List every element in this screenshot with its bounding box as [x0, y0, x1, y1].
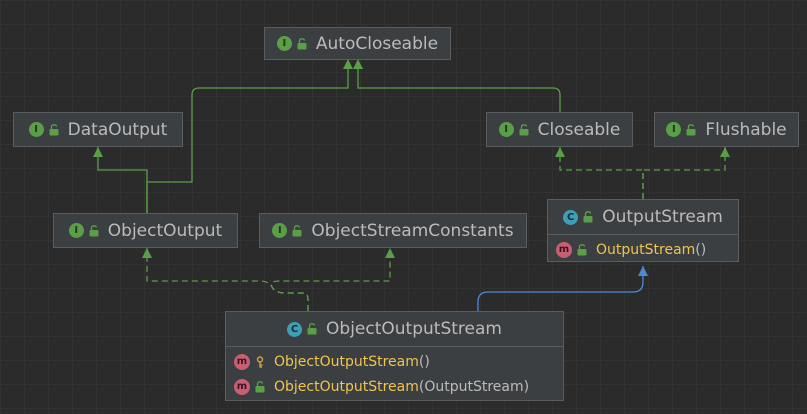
node-dataoutput[interactable]: I DataOutput: [13, 112, 183, 147]
public-lock-icon: [519, 123, 529, 135]
node-autocloseable[interactable]: I AutoCloseable: [264, 27, 451, 60]
edge-objectoutputstream-outputstream: [477, 266, 648, 311]
member-item[interactable]: m OutputStream(): [556, 237, 738, 262]
node-name: AutoCloseable: [315, 33, 439, 54]
node-objectoutputstream[interactable]: C ObjectOutputStream m ObjectOutputStrea…: [225, 311, 564, 401]
node-objectstreamconstants[interactable]: I ObjectStreamConstants: [259, 213, 527, 248]
interface-icon: I: [272, 223, 288, 238]
node-name: OutputStream: [602, 207, 723, 227]
method-icon: m: [234, 353, 250, 370]
edge-outputstream-closeable: [555, 147, 644, 199]
method-params: (): [695, 241, 707, 258]
edge-objectoutputstream-objectstreamconstants: [270, 248, 395, 311]
public-lock-icon: [292, 224, 302, 236]
method-params: (): [418, 353, 430, 370]
interface-icon: I: [276, 36, 292, 51]
node-name: ObjectOutput: [107, 220, 223, 241]
method-name: ObjectOutputStream: [274, 353, 419, 370]
node-name: Flushable: [705, 119, 787, 140]
method-icon: m: [234, 378, 250, 395]
edge-objectoutput-dataoutput: [93, 147, 148, 213]
method-params: (OutputStream): [418, 378, 530, 395]
interface-icon: I: [666, 122, 682, 137]
interface-icon: I: [28, 122, 44, 137]
node-objectoutput[interactable]: I ObjectOutput: [53, 213, 238, 248]
class-icon: C: [287, 321, 303, 337]
public-lock-icon: [255, 380, 265, 392]
edge-outputstream-flushable: [642, 147, 730, 199]
member-list: m ObjectOutputStream() m ObjectOutputStr…: [226, 346, 563, 401]
node-name: ObjectOutputStream: [326, 319, 502, 339]
node-outputstream[interactable]: C OutputStream m OutputStream(): [547, 199, 739, 262]
public-lock-icon: [686, 123, 696, 135]
class-icon: C: [563, 209, 579, 225]
interface-icon: I: [498, 122, 514, 137]
method-name: ObjectOutputStream: [274, 378, 419, 395]
node-name: DataOutput: [67, 119, 168, 140]
node-closeable[interactable]: I Closeable: [486, 112, 633, 147]
member-item[interactable]: m ObjectOutputStream (OutputStream): [234, 374, 563, 399]
node-name: ObjectStreamConstants: [311, 220, 514, 241]
edge-closeable-autocloseable: [353, 59, 561, 112]
public-lock-icon: [307, 323, 317, 335]
public-lock-icon: [583, 211, 593, 223]
method-name: OutputStream: [596, 241, 696, 258]
edge-objectoutputstream-objectoutput: [142, 248, 309, 311]
node-name: Closeable: [537, 119, 621, 140]
public-lock-icon: [49, 123, 59, 135]
public-lock-icon: [577, 243, 587, 255]
public-lock-icon: [89, 224, 99, 236]
method-icon: m: [556, 241, 572, 258]
member-item[interactable]: m ObjectOutputStream(): [234, 349, 563, 374]
member-list: m OutputStream(): [548, 234, 738, 264]
interface-icon: I: [68, 223, 84, 238]
public-lock-icon: [297, 37, 307, 49]
protected-key-icon: [256, 355, 264, 368]
node-flushable[interactable]: I Flushable: [654, 112, 799, 147]
